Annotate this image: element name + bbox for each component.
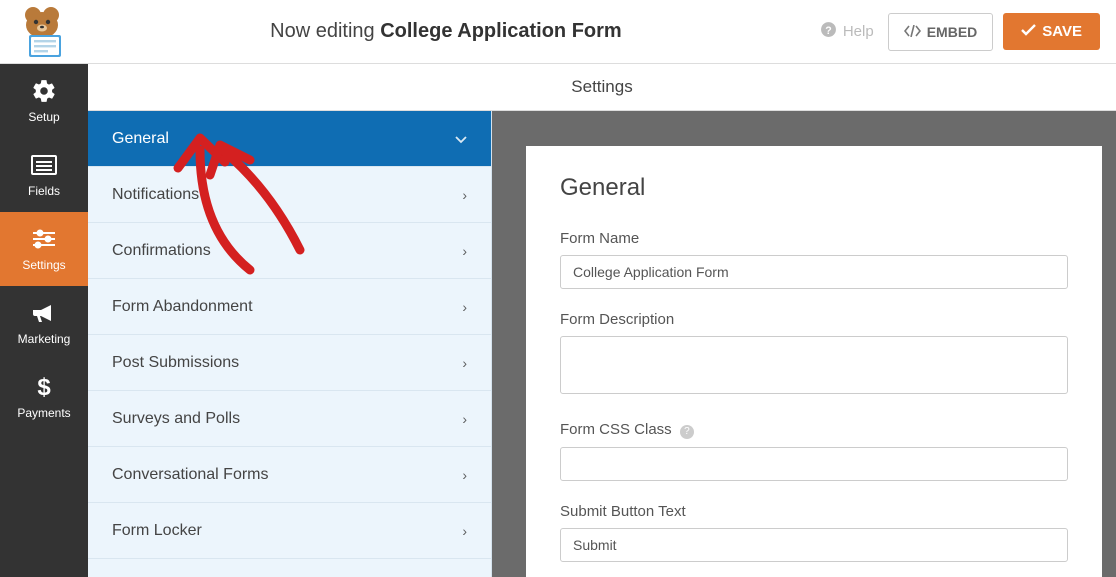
chevron-right-icon: › — [462, 243, 467, 259]
save-label: SAVE — [1042, 23, 1082, 40]
nav-label: Payments — [17, 406, 70, 420]
bullhorn-icon — [31, 300, 57, 326]
chevron-down-icon — [455, 131, 467, 147]
settings-header-strip: Settings — [88, 64, 1116, 111]
general-settings-card: General Form Name Form Description Form … — [526, 146, 1102, 577]
chevron-right-icon: › — [462, 299, 467, 315]
menu-label: Notifications — [112, 186, 199, 204]
check-icon — [1021, 23, 1036, 40]
menu-label: Confirmations — [112, 242, 211, 260]
chevron-right-icon: › — [462, 411, 467, 427]
chevron-right-icon: › — [462, 523, 467, 539]
sliders-icon — [31, 226, 57, 252]
menu-label: Post Submissions — [112, 354, 239, 372]
nav-item-payments[interactable]: $ Payments — [0, 360, 88, 434]
chevron-right-icon: › — [462, 467, 467, 483]
left-nav: Setup Fields Settings Marketing $ Paymen… — [0, 64, 88, 577]
app-logo — [12, 3, 72, 61]
menu-label: General — [112, 130, 169, 148]
settings-menu-form-abandonment[interactable]: Form Abandonment › — [88, 279, 491, 335]
embed-button[interactable]: EMBED — [888, 13, 994, 51]
menu-label: Surveys and Polls — [112, 410, 240, 428]
editing-prefix: Now editing — [270, 20, 380, 42]
page-title: Now editing College Application Form — [72, 20, 820, 43]
form-css-class-input[interactable] — [560, 447, 1068, 481]
settings-menu-confirmations[interactable]: Confirmations › — [88, 223, 491, 279]
settings-menu-notifications[interactable]: Notifications › — [88, 167, 491, 223]
nav-item-settings[interactable]: Settings — [0, 212, 88, 286]
nav-item-setup[interactable]: Setup — [0, 64, 88, 138]
menu-label: Form Abandonment — [112, 298, 253, 316]
svg-text:$: $ — [37, 374, 51, 400]
chevron-right-icon: › — [462, 187, 467, 203]
settings-menu-post-submissions[interactable]: Post Submissions › — [88, 335, 491, 391]
chevron-right-icon: › — [462, 355, 467, 371]
submit-button-text-input[interactable] — [560, 528, 1068, 562]
form-name-label: Form Name — [560, 230, 1068, 247]
nav-label: Fields — [28, 184, 60, 198]
nav-label: Settings — [22, 258, 65, 272]
form-name-input[interactable] — [560, 255, 1068, 289]
submit-button-text-label: Submit Button Text — [560, 503, 1068, 520]
help-icon[interactable]: ? — [680, 425, 694, 439]
embed-label: EMBED — [927, 24, 978, 40]
help-link[interactable]: ? Help — [820, 21, 874, 42]
form-description-label: Form Description — [560, 311, 1068, 328]
general-heading: General — [560, 174, 1068, 202]
list-icon — [31, 152, 57, 178]
settings-menu-general[interactable]: General — [88, 111, 491, 167]
nav-label: Setup — [28, 110, 59, 124]
settings-strip-label: Settings — [571, 77, 632, 97]
content-panel: General Form Name Form Description Form … — [492, 64, 1116, 577]
form-css-class-label: Form CSS Class ? — [560, 421, 1068, 439]
settings-menu-conversational-forms[interactable]: Conversational Forms › — [88, 447, 491, 503]
settings-menu-surveys-polls[interactable]: Surveys and Polls › — [88, 391, 491, 447]
save-button[interactable]: SAVE — [1003, 13, 1100, 50]
code-icon — [904, 24, 921, 40]
nav-item-fields[interactable]: Fields — [0, 138, 88, 212]
nav-item-marketing[interactable]: Marketing — [0, 286, 88, 360]
main-area: Setup Fields Settings Marketing $ Paymen… — [0, 64, 1116, 577]
settings-menu: General Notifications › Confirmations › … — [88, 64, 492, 577]
dollar-icon: $ — [31, 374, 57, 400]
settings-menu-form-locker[interactable]: Form Locker › — [88, 503, 491, 559]
menu-label: Form Locker — [112, 522, 202, 540]
svg-text:?: ? — [825, 25, 831, 37]
top-bar: Now editing College Application Form ? H… — [0, 0, 1116, 64]
help-label: Help — [843, 23, 874, 40]
menu-label: Conversational Forms — [112, 466, 269, 484]
nav-label: Marketing — [18, 332, 71, 346]
editing-form-name: College Application Form — [380, 20, 622, 42]
gear-icon — [31, 78, 57, 104]
form-description-input[interactable] — [560, 336, 1068, 394]
help-icon: ? — [820, 21, 837, 42]
